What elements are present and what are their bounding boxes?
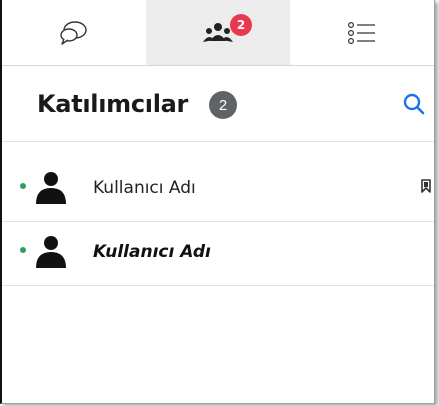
user-avatar-icon — [33, 235, 69, 274]
chat-bubbles-icon — [59, 20, 89, 46]
search-button[interactable] — [400, 91, 430, 119]
participants-panel: 2 Katılımcılar 2 Kullanıcı Adı Kullanıcı… — [0, 0, 435, 404]
participant-row[interactable]: Kullanıcı Adı — [2, 216, 434, 286]
tab-chat[interactable] — [2, 0, 146, 65]
search-icon — [400, 93, 430, 123]
participant-name: Kullanıcı Adı — [93, 178, 196, 198]
bookmark-icon[interactable] — [421, 179, 431, 198]
participant-count-badge: 2 — [209, 91, 237, 119]
tab-participants[interactable]: 2 — [146, 0, 290, 65]
participant-name: Kullanıcı Adı — [93, 242, 211, 262]
notification-badge: 2 — [230, 14, 252, 36]
online-status-indicator — [20, 247, 26, 253]
participant-row[interactable]: Kullanıcı Adı — [2, 152, 434, 222]
list-icon — [347, 20, 377, 46]
tab-agenda[interactable] — [290, 0, 434, 65]
tab-bar: 2 — [2, 0, 434, 66]
online-status-indicator — [20, 183, 26, 189]
page-title: Katılımcılar — [37, 90, 189, 118]
user-avatar-icon — [33, 171, 69, 210]
